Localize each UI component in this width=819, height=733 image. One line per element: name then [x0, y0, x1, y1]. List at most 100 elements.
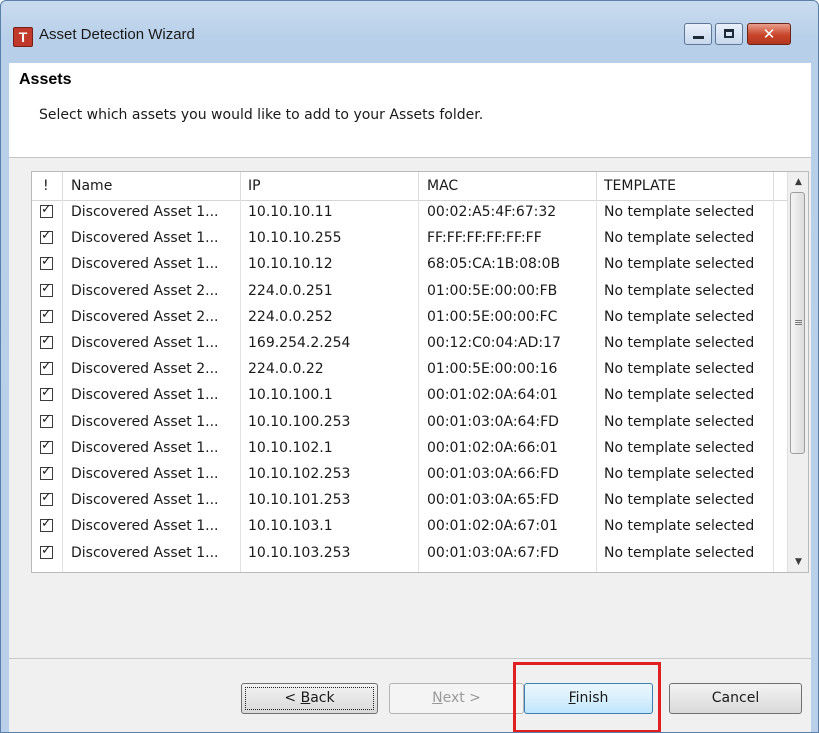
- row-template: No template selected: [604, 256, 755, 273]
- row-ip: 10.10.103.1: [248, 518, 333, 535]
- column-header-template[interactable]: TEMPLATE: [604, 178, 676, 194]
- app-logo-icon: T: [13, 27, 33, 47]
- row-template: No template selected: [604, 282, 755, 299]
- row-mac: 01:00:5E:00:00:16: [427, 361, 558, 378]
- row-name: Discovered Asset 1...: [71, 439, 219, 456]
- row-ip: 10.10.100.1: [248, 387, 333, 404]
- table-row[interactable]: Discovered Asset 1... 10.10.101.253 00:01:…: [32, 489, 787, 513]
- row-ip: 169.254.2.254: [248, 335, 351, 351]
- wizard-header: Assets Select which assets you would lik…: [9, 63, 811, 158]
- row-ip: 10.10.101.253: [248, 492, 351, 509]
- table-row[interactable]: Discovered Asset 1... 10.10.102.1 00:01:02…: [32, 437, 787, 461]
- minimize-button[interactable]: [684, 23, 712, 45]
- checkbox-checked-icon[interactable]: [40, 438, 53, 454]
- row-template: No template selected: [604, 335, 755, 351]
- row-template: No template selected: [604, 492, 755, 509]
- checkbox-checked-icon[interactable]: [40, 516, 53, 533]
- row-name: Discovered Asset 1...: [71, 413, 219, 430]
- checkbox-checked-icon[interactable]: [40, 412, 53, 428]
- row-mac: 00:01:03:0A:65:FD: [427, 492, 559, 509]
- table-row[interactable]: Discovered Asset 2... 224.0.0.252 01:00:5E…: [32, 306, 787, 330]
- checkbox-checked-icon[interactable]: [40, 359, 53, 376]
- maximize-icon: [724, 29, 734, 38]
- column-header-ip[interactable]: IP: [248, 178, 261, 194]
- wizard-window: T Asset Detection Wizard ✕ Assets Select…: [0, 0, 819, 733]
- vertical-scrollbar[interactable]: ▲ ≡ ▼: [787, 172, 808, 572]
- column-header-flag[interactable]: !: [43, 178, 49, 194]
- scroll-down-arrow-icon[interactable]: ▼: [788, 552, 808, 572]
- row-mac: 01:00:5E:00:00:FB: [427, 282, 558, 299]
- row-template: No template selected: [604, 308, 755, 325]
- page-description: Select which assets you would like to ad…: [39, 107, 484, 123]
- close-button[interactable]: ✕: [747, 23, 791, 45]
- row-ip: 10.10.102.1: [248, 439, 333, 456]
- row-mac: 01:00:5E:00:00:FC: [427, 308, 558, 325]
- next-button[interactable]: Next >: [389, 683, 524, 714]
- maximize-button[interactable]: [715, 23, 743, 45]
- row-mac: 00:01:03:0A:64:FD: [427, 413, 559, 430]
- row-template: No template selected: [604, 466, 755, 482]
- row-ip: 10.10.103.253: [248, 544, 351, 561]
- row-name: Discovered Asset 1...: [71, 466, 219, 482]
- grip-icon: ≡: [794, 316, 804, 329]
- checkbox-checked-icon[interactable]: [40, 202, 53, 218]
- table-row[interactable]: Discovered Asset 1... 10.10.103.1 00:01:02…: [32, 515, 787, 539]
- row-name: Discovered Asset 2...: [71, 361, 219, 378]
- row-name: Discovered Asset 1...: [71, 544, 219, 561]
- table-row[interactable]: Discovered Asset 1... 10.10.100.1 00:01:02…: [32, 384, 787, 408]
- checkbox-checked-icon[interactable]: [40, 281, 53, 297]
- table-row[interactable]: Discovered Asset 2... 224.0.0.251 01:00:5E…: [32, 280, 787, 304]
- row-name: Discovered Asset 1...: [71, 256, 219, 273]
- finish-highlight-box: [513, 662, 661, 732]
- checkbox-checked-icon[interactable]: [40, 307, 53, 323]
- row-mac: 68:05:CA:1B:08:0B: [427, 256, 561, 273]
- row-name: Discovered Asset 2...: [71, 282, 219, 299]
- next-mnemonic: N: [432, 690, 443, 706]
- table-row[interactable]: Discovered Asset 1... 10.10.10.255 FF:FF:F…: [32, 227, 787, 251]
- row-ip: 10.10.10.11: [248, 204, 333, 220]
- table-row[interactable]: Discovered Asset 1... 10.10.100.253 00:01:…: [32, 411, 787, 435]
- row-template: No template selected: [604, 387, 755, 404]
- checkbox-checked-icon[interactable]: [40, 490, 53, 507]
- row-ip: 224.0.0.252: [248, 308, 333, 325]
- row-mac: 00:12:C0:04:AD:17: [427, 335, 561, 351]
- title-bar[interactable]: T Asset Detection Wizard ✕: [1, 1, 818, 63]
- row-name: Discovered Asset 1...: [71, 230, 219, 247]
- checkbox-checked-icon[interactable]: [40, 543, 53, 559]
- row-name: Discovered Asset 1...: [71, 387, 219, 404]
- row-template: No template selected: [604, 439, 755, 456]
- table-row[interactable]: Discovered Asset 1... 10.10.10.12 68:05:CA…: [32, 253, 787, 277]
- row-mac: 00:01:02:0A:67:01: [427, 518, 558, 535]
- row-name: Discovered Asset 1...: [71, 335, 219, 351]
- row-ip: 10.10.10.12: [248, 256, 333, 273]
- row-mac: FF:FF:FF:FF:FF:FF: [427, 230, 542, 247]
- row-ip: 224.0.0.22: [248, 361, 324, 378]
- row-name: Discovered Asset 1...: [71, 518, 219, 535]
- checkbox-checked-icon[interactable]: [40, 464, 53, 480]
- row-template: No template selected: [604, 413, 755, 430]
- row-name: Discovered Asset 1...: [71, 492, 219, 509]
- table-row[interactable]: Discovered Asset 2... 224.0.0.22 01:00:5E:…: [32, 358, 787, 382]
- cancel-button[interactable]: Cancel: [669, 683, 802, 714]
- checkbox-checked-icon[interactable]: [40, 254, 53, 271]
- row-ip: 10.10.100.253: [248, 413, 351, 430]
- column-header-name[interactable]: Name: [71, 178, 112, 194]
- column-header-mac[interactable]: MAC: [427, 178, 458, 194]
- next-label-rest: ext >: [442, 690, 481, 706]
- row-mac: 00:01:02:0A:64:01: [427, 387, 558, 404]
- scroll-up-arrow-icon[interactable]: ▲: [788, 172, 808, 192]
- scrollbar-thumb[interactable]: ≡: [790, 192, 805, 454]
- table-row[interactable]: Discovered Asset 1... 10.10.10.11 00:02:A5…: [32, 201, 787, 225]
- checkbox-checked-icon[interactable]: [40, 228, 53, 245]
- table-row[interactable]: Discovered Asset 1... 10.10.103.253 00:01:…: [32, 542, 787, 566]
- back-button[interactable]: < Back: [241, 683, 378, 714]
- checkbox-checked-icon[interactable]: [40, 333, 53, 349]
- table-row[interactable]: Discovered Asset 1... 169.254.2.254 00:12:…: [32, 332, 787, 356]
- row-name: Discovered Asset 1...: [71, 204, 219, 220]
- checkbox-checked-icon[interactable]: [40, 385, 53, 402]
- wizard-footer: < Back Next > Finish Cancel: [9, 658, 811, 732]
- table-row[interactable]: Discovered Asset 1... 10.10.102.253 00:01:…: [32, 463, 787, 487]
- window-title: Asset Detection Wizard: [39, 26, 195, 43]
- focus-rectangle: [245, 687, 374, 710]
- page-title: Assets: [19, 71, 72, 88]
